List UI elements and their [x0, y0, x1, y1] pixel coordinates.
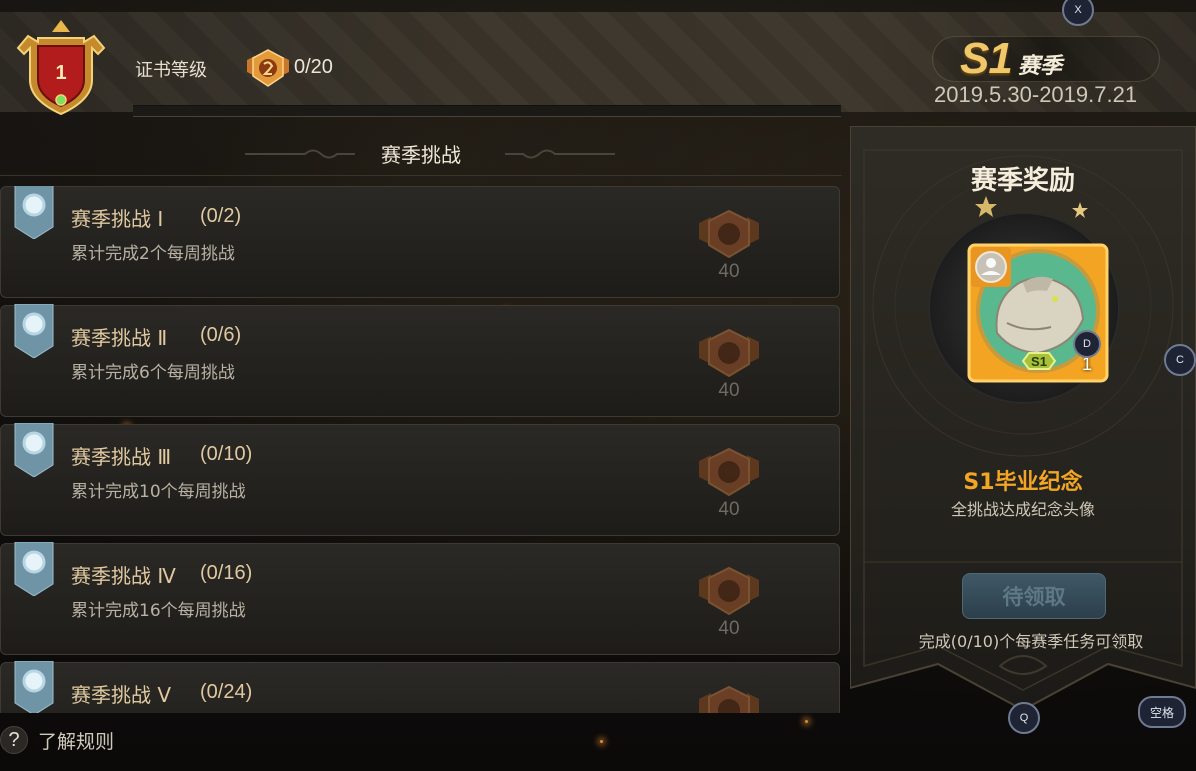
challenge-card[interactable]: 赛季挑战 Ⅱ (0/6) 累计完成6个每周挑战 40 — [0, 304, 840, 417]
challenge-description: 累计完成2个每周挑战 — [71, 244, 235, 264]
svg-text:1: 1 — [55, 62, 66, 84]
rules-key-hint[interactable]: Q — [1008, 702, 1040, 734]
challenge-list[interactable]: 赛季挑战 Ⅰ (0/2) 累计完成2个每周挑战 40 赛季挑战 Ⅱ (0/6) … — [0, 186, 842, 713]
challenge-card[interactable]: 赛季挑战 Ⅰ (0/2) 累计完成2个每周挑战 40 — [0, 186, 840, 298]
detail-key-hint[interactable]: D — [1073, 330, 1101, 358]
space-key-hint[interactable]: 空格 — [1138, 696, 1186, 728]
reward-title: 赛季奖励 — [970, 166, 1075, 196]
challenge-card[interactable]: 赛季挑战 Ⅲ (0/10) 累计完成10个每周挑战 40 — [0, 423, 840, 536]
challenge-progress: (0/24) — [200, 681, 253, 703]
season-reward-panel: 赛季奖励 S1 1 S1毕业纪念 全挑战达成纪念头像 待领取 完成(0/10)个… — [850, 126, 1196, 710]
challenge-title: 赛季挑战 Ⅰ — [71, 207, 164, 231]
challenge-progress: (0/16) — [200, 562, 253, 584]
challenge-description: 累计完成16个每周挑战 — [71, 601, 246, 621]
season-word: 赛季 — [1018, 54, 1063, 79]
rank-label: 证书等级 — [135, 60, 207, 81]
certificate-progress-bar — [133, 105, 841, 117]
season-dates: 2019.5.30-2019.7.21 — [934, 82, 1138, 107]
spark-particle — [600, 740, 603, 743]
header-bar: 1 证书等级 0/20 S1 赛季 2019.5.30-2019.7.21 — [0, 12, 1196, 117]
certificate-coin-icon — [247, 49, 289, 87]
rank-shield-icon: 1 — [16, 20, 106, 116]
season-info: S1 赛季 2019.5.30-2019.7.21 — [932, 34, 1160, 116]
challenge-title: 赛季挑战 Ⅳ — [71, 564, 176, 588]
challenge-section-header: 赛季挑战 — [0, 125, 842, 176]
challenge-reward-amount: 40 — [718, 261, 740, 282]
reward-name: S1毕业纪念 — [963, 470, 1083, 495]
certificate-coin-icon — [699, 328, 759, 378]
rules-label[interactable]: 了解规则 — [38, 727, 114, 754]
help-icon[interactable]: ? — [0, 726, 28, 754]
challenge-description: 累计完成10个每周挑战 — [71, 482, 246, 502]
challenge-reward-amount: 40 — [718, 499, 740, 520]
claim-button[interactable]: 待领取 — [962, 573, 1106, 619]
challenge-description: 累计完成6个每周挑战 — [71, 363, 235, 383]
challenge-title: 赛季挑战 Ⅲ — [71, 445, 172, 469]
challenge-reward-amount: 40 — [718, 380, 740, 401]
challenge-progress: (0/2) — [200, 205, 242, 227]
claim-condition: 完成(0/10)个每赛季任务可领取 — [918, 632, 1144, 651]
challenge-card[interactable]: 赛季挑战 Ⅳ (0/16) 累计完成16个每周挑战 40 — [0, 542, 840, 655]
spark-particle — [805, 720, 808, 723]
right-ornament-icon — [505, 149, 615, 159]
challenge-progress: (0/6) — [200, 324, 242, 346]
rules-link[interactable]: ? 了解规则 — [0, 726, 114, 754]
ribbon-marker-icon — [14, 186, 54, 239]
season-code: S1 — [960, 34, 1013, 83]
certificate-coin-icon — [699, 447, 759, 497]
certificate-coin-count: 0/20 — [294, 56, 333, 78]
certificate-coin-icon — [699, 209, 759, 259]
challenge-title: 赛季挑战 Ⅴ — [71, 683, 172, 707]
reward-description: 全挑战达成纪念头像 — [950, 500, 1095, 519]
challenge-card[interactable]: 赛季挑战 Ⅴ (0/24) — [0, 661, 840, 713]
challenge-progress: (0/10) — [200, 443, 253, 465]
claim-key-hint[interactable]: C — [1164, 344, 1196, 376]
certificate-coin-icon — [699, 566, 759, 616]
ribbon-marker-icon — [14, 542, 54, 596]
challenge-title: 赛季挑战 Ⅱ — [71, 326, 168, 350]
challenge-section-title: 赛季挑战 — [381, 143, 461, 167]
svg-text:S1: S1 — [1031, 354, 1047, 369]
ribbon-marker-icon — [14, 304, 54, 358]
ribbon-marker-icon — [14, 661, 54, 713]
certificate-coin-icon — [699, 685, 759, 713]
ribbon-marker-icon — [14, 423, 54, 477]
challenge-reward-amount: 40 — [718, 618, 740, 639]
